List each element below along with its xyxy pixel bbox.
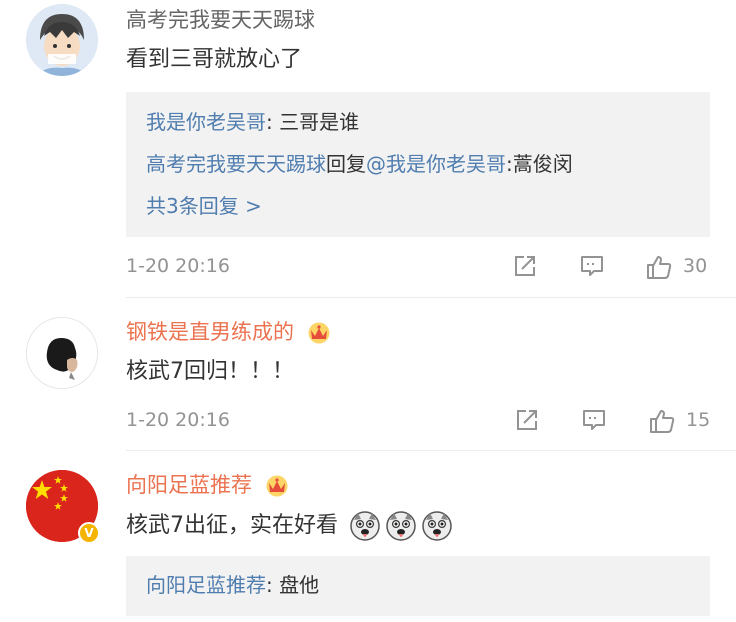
- thumbs-up-icon[interactable]: [645, 253, 673, 281]
- thumbs-up-icon[interactable]: [648, 407, 676, 435]
- reply-line: 高考完我要天天踢球回复@我是你老吴哥:蒿俊闵: [146, 150, 573, 178]
- comment-meta: 1-20 20:16 30: [126, 251, 710, 281]
- avatar-image: [26, 4, 98, 76]
- reply-username[interactable]: 向阳足蓝推荐: [146, 573, 266, 597]
- reply-line: 我是你老吴哥: 三哥是谁: [146, 108, 359, 136]
- comment-icon[interactable]: [579, 253, 605, 279]
- comment-meta: 1-20 20:16 15: [126, 405, 710, 435]
- avatar[interactable]: [26, 4, 98, 76]
- reply-text: 盘他: [279, 573, 320, 597]
- comment-text: 看到三哥就放心了: [126, 47, 303, 72]
- username-text[interactable]: 钢铁是直男练成的: [126, 320, 294, 344]
- comment-text-content: 核武7出征，实在好看: [126, 513, 338, 538]
- reply-label: 回复: [326, 152, 366, 176]
- reply-box[interactable]: 向阳足蓝推荐: 盘他: [126, 556, 710, 616]
- reply-separator: :: [266, 573, 280, 597]
- reply-text: 三哥是谁: [279, 110, 360, 134]
- comment-time: 1-20 20:16: [126, 255, 230, 277]
- like-count: 15: [686, 409, 711, 431]
- dog-face-emoji: [422, 511, 452, 541]
- divider: [126, 450, 736, 451]
- reply-box[interactable]: 我是你老吴哥: 三哥是谁 高考完我要天天踢球回复@我是你老吴哥:蒿俊闵 共3条回…: [126, 92, 710, 237]
- share-icon[interactable]: [512, 253, 538, 279]
- reply-separator: :: [506, 152, 513, 176]
- reply-username[interactable]: 我是你老吴哥: [146, 110, 266, 134]
- reply-username[interactable]: 高考完我要天天踢球: [146, 152, 326, 176]
- reply-text: 蒿俊闵: [512, 152, 573, 176]
- comment-username[interactable]: 钢铁是直男练成的: [126, 318, 331, 346]
- comment-text: 核武7回归！！！: [126, 359, 294, 384]
- username-text[interactable]: 向阳足蓝推荐: [126, 473, 252, 497]
- avatar-image: [27, 318, 97, 388]
- vip-crown-icon[interactable]: [265, 475, 289, 497]
- verified-v-icon: V: [78, 522, 100, 544]
- share-icon[interactable]: [514, 407, 540, 433]
- reply-line: 向阳足蓝推荐: 盘他: [146, 571, 319, 599]
- vip-crown-icon[interactable]: [307, 322, 331, 344]
- divider: [126, 297, 736, 298]
- comment-icon[interactable]: [581, 407, 607, 433]
- reply-mention[interactable]: @我是你老吴哥: [366, 152, 506, 176]
- dog-face-emoji: [350, 511, 380, 541]
- more-replies-link[interactable]: 共3条回复 >: [146, 192, 262, 220]
- comment-text: 核武7出征，实在好看: [126, 510, 453, 542]
- dog-face-emoji: [386, 511, 416, 541]
- comment-username[interactable]: 高考完我要天天踢球: [126, 6, 315, 34]
- reply-separator: :: [266, 110, 280, 134]
- comment-username[interactable]: 向阳足蓝推荐: [126, 471, 289, 499]
- avatar[interactable]: [26, 317, 98, 389]
- comment-time: 1-20 20:16: [126, 409, 230, 431]
- like-count: 30: [683, 255, 708, 277]
